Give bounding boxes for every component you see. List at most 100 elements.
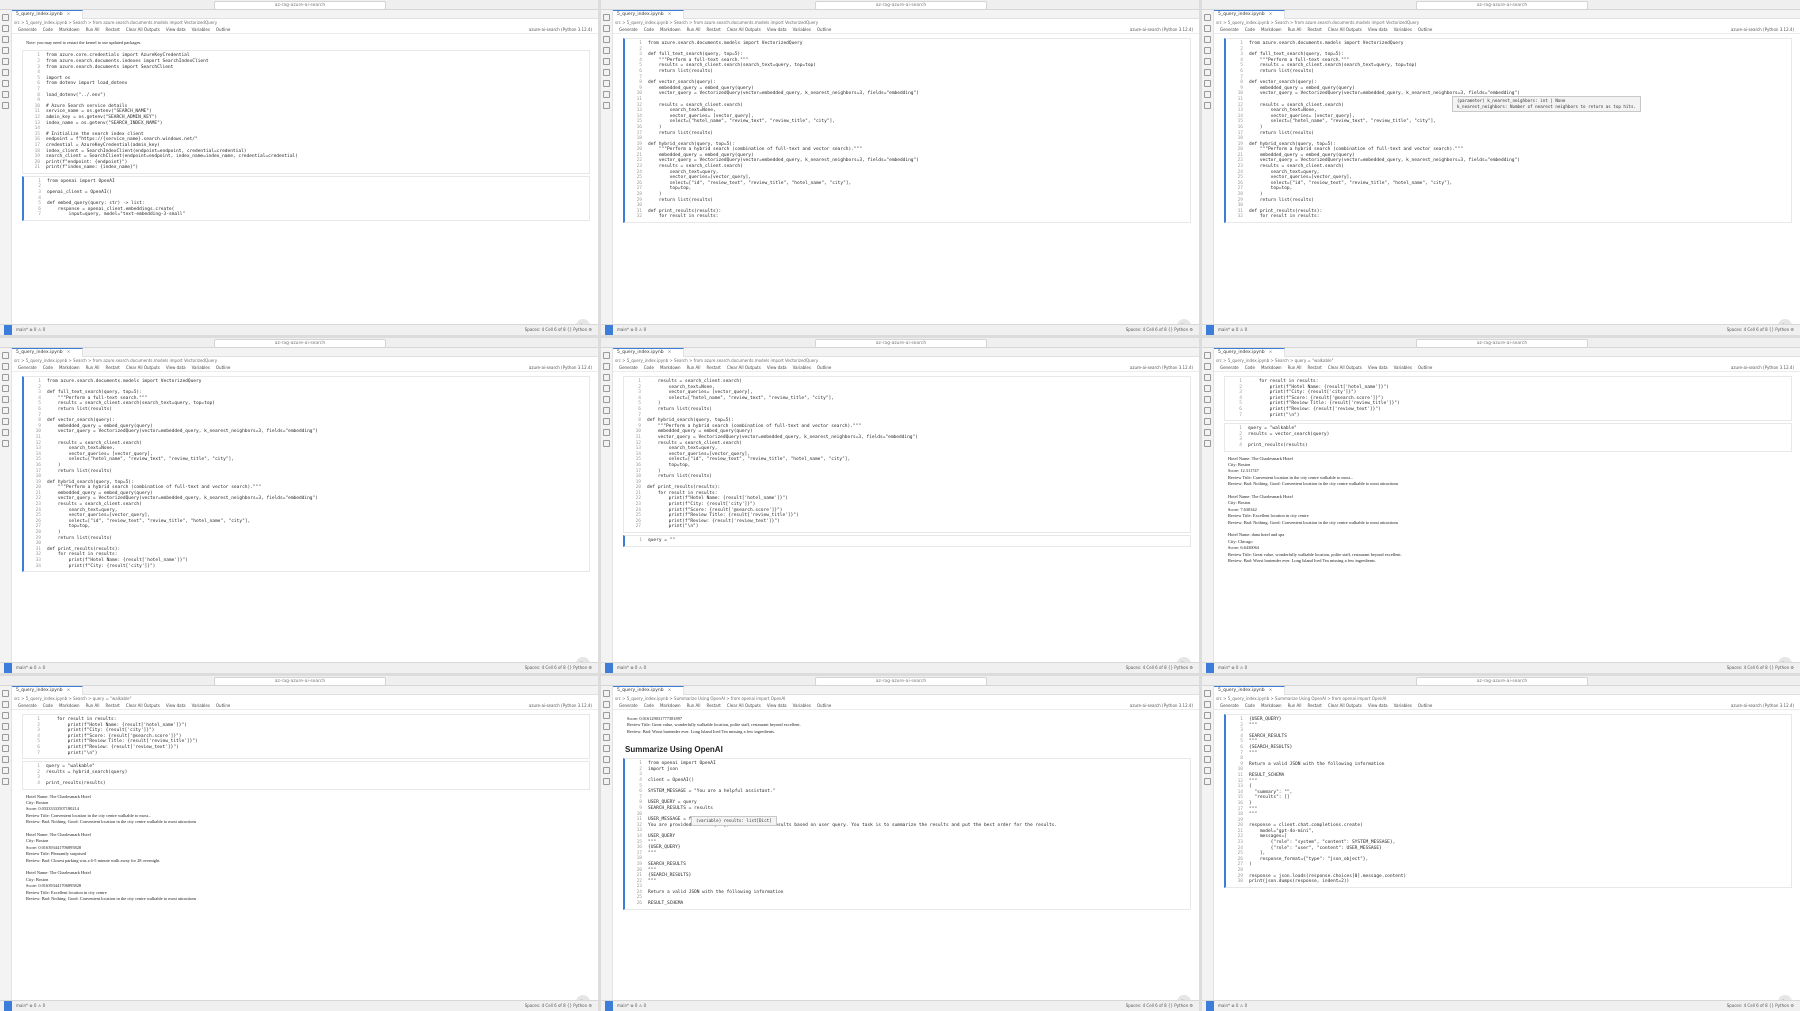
toolbar-item-view-data[interactable]: View data [1368,702,1388,710]
toolbar-item-outline[interactable]: Outline [817,702,831,710]
toolbar-item-view-data[interactable]: View data [166,26,186,34]
code-cell[interactable]: 1 for result in results: 2 print(f"Hotel … [1224,376,1792,422]
kernel-picker[interactable]: azure-ai-search (Python 3.12.4) [1130,364,1193,372]
status-branch[interactable]: main* ⊗ 0 ⚠ 0 [617,665,646,670]
run-debug-icon[interactable] [603,385,610,392]
gear-icon[interactable] [2,778,9,785]
run-debug-icon[interactable] [603,723,610,730]
toolbar-item-clear-all-outputs[interactable]: Clear All Outputs [126,364,160,372]
code-cell[interactable]: 1 query = "" [623,535,1191,547]
gear-icon[interactable] [603,440,610,447]
toolbar-item-outline[interactable]: Outline [817,364,831,372]
toolbar-item-generate[interactable]: Generate [1220,702,1239,710]
kernel-picker[interactable]: azure-ai-search (Python 3.12.4) [1130,702,1193,710]
toolbar-item-markdown[interactable]: Markdown [59,364,80,372]
breadcrumb[interactable]: src > 5_query_index.ipynb > Search > que… [1216,357,1796,364]
source-control-icon[interactable] [603,36,610,43]
command-center-search[interactable]: az-rag-azure-ai-search [815,1,987,10]
toolbar-item-variables[interactable]: Variables [793,364,811,372]
toolbar-item-code[interactable]: Code [43,26,53,34]
explorer-icon[interactable] [1204,690,1211,697]
code-cell[interactable]: 1 results = search_client.search(2 searc… [623,376,1191,534]
source-control-icon[interactable] [1204,36,1211,43]
cell-code[interactable]: 1 query = "walkable" 2 results = vector_sea… [1225,424,1791,450]
toolbar-item-generate[interactable]: Generate [1220,364,1239,372]
status-right[interactable]: Spaces: 4 Cell 6 of 8 {} Python ⚙ [1126,325,1193,335]
toolbar-item-outline[interactable]: Outline [1418,702,1432,710]
toolbar-item-variables[interactable]: Variables [793,702,811,710]
status-branch[interactable]: main* ⊗ 0 ⚠ 0 [1218,1003,1247,1008]
close-icon[interactable]: × [668,688,672,693]
account-icon[interactable] [1204,429,1211,436]
source-control-icon[interactable] [1204,712,1211,719]
testing-icon[interactable] [2,418,9,425]
source-control-icon[interactable] [603,712,610,719]
search-icon[interactable] [1204,701,1211,708]
explorer-icon[interactable] [1204,352,1211,359]
toolbar-item-run-all[interactable]: Run All [687,702,701,710]
search-icon[interactable] [603,701,610,708]
status-right[interactable]: Spaces: 4 Cell 6 of 8 {} Python ⚙ [525,1001,592,1011]
remote-icon[interactable] [1204,407,1211,414]
run-debug-icon[interactable] [1204,385,1211,392]
toolbar-item-code[interactable]: Code [644,702,654,710]
code-cell[interactable]: 1 from azure.search.documents.models impo… [1224,38,1792,223]
remote-indicator-icon[interactable] [605,325,613,335]
close-icon[interactable]: × [668,350,672,355]
testing-icon[interactable] [603,80,610,87]
toolbar-item-run-all[interactable]: Run All [1288,26,1302,34]
toolbar-item-run-all[interactable]: Run All [1288,702,1302,710]
toolbar-item-generate[interactable]: Generate [619,702,638,710]
toolbar-item-generate[interactable]: Generate [619,364,638,372]
testing-icon[interactable] [2,80,9,87]
kernel-picker[interactable]: azure-ai-search (Python 3.12.4) [529,364,592,372]
toolbar-item-view-data[interactable]: View data [1368,364,1388,372]
toolbar-item-clear-all-outputs[interactable]: Clear All Outputs [1328,26,1362,34]
testing-icon[interactable] [1204,418,1211,425]
toolbar-item-clear-all-outputs[interactable]: Clear All Outputs [126,702,160,710]
status-right[interactable]: Spaces: 4 Cell 6 of 8 {} Python ⚙ [1727,663,1794,673]
status-branch[interactable]: main* ⊗ 0 ⚠ 0 [617,1003,646,1008]
account-icon[interactable] [2,767,9,774]
toolbar-item-variables[interactable]: Variables [1394,364,1412,372]
search-icon[interactable] [603,363,610,370]
extensions-icon[interactable] [1204,58,1211,65]
toolbar-item-restart[interactable]: Restart [1308,26,1322,34]
kernel-picker[interactable]: azure-ai-search (Python 3.12.4) [1731,364,1794,372]
tab-notebook[interactable]: 5_query_index.ipynb × [12,10,84,19]
kernel-picker[interactable]: azure-ai-search (Python 3.12.4) [529,26,592,34]
cell-code[interactable]: 1 {USER_QUERY} 2 """ 3 4 SEARCH_RESULTS 5 """ 6 {S… [1226,715,1791,887]
gear-icon[interactable] [603,778,610,785]
toolbar-item-run-all[interactable]: Run All [1288,364,1302,372]
cell-code[interactable]: 1 from azure.search.documents.models impo… [24,377,589,571]
remote-icon[interactable] [2,407,9,414]
toolbar-item-outline[interactable]: Outline [216,364,230,372]
remote-icon[interactable] [2,745,9,752]
cell-code[interactable]: 1 from azure.search.documents.models impo… [625,39,1190,222]
toolbar-item-clear-all-outputs[interactable]: Clear All Outputs [126,26,160,34]
breadcrumb[interactable]: src > 5_query_index.ipynb > Summarize Us… [615,695,1195,702]
toolbar-item-markdown[interactable]: Markdown [1261,702,1282,710]
breadcrumb[interactable]: src > 5_query_index.ipynb > Search > fro… [14,19,594,26]
cell-code[interactable]: 1 for result in results: 2 print(f"Hotel … [23,715,589,758]
code-cell[interactable]: 1 from azure.core.credentials import Azur… [22,50,590,174]
gear-icon[interactable] [2,440,9,447]
toolbar-item-outline[interactable]: Outline [1418,364,1432,372]
toolbar-item-restart[interactable]: Restart [106,364,120,372]
status-branch[interactable]: main* ⊗ 0 ⚠ 0 [1218,327,1247,332]
toolbar-item-outline[interactable]: Outline [1418,26,1432,34]
toolbar-item-markdown[interactable]: Markdown [59,702,80,710]
breadcrumb[interactable]: src > 5_query_index.ipynb > Search > fro… [14,357,594,364]
command-center-search[interactable]: az-rag-azure-ai-search [815,677,987,686]
command-center-search[interactable]: az-rag-azure-ai-search [214,677,386,686]
toolbar-item-markdown[interactable]: Markdown [660,702,681,710]
status-branch[interactable]: main* ⊗ 0 ⚠ 0 [16,327,45,332]
tab-notebook[interactable]: 5_query_index.ipynb × [1214,10,1286,19]
kernel-picker[interactable]: azure-ai-search (Python 3.12.4) [1130,26,1193,34]
close-icon[interactable]: × [668,12,672,17]
remote-icon[interactable] [1204,745,1211,752]
testing-icon[interactable] [1204,80,1211,87]
toolbar-item-run-all[interactable]: Run All [86,364,100,372]
breadcrumb[interactable]: src > 5_query_index.ipynb > Summarize Us… [1216,695,1796,702]
status-right[interactable]: Spaces: 4 Cell 6 of 8 {} Python ⚙ [525,325,592,335]
